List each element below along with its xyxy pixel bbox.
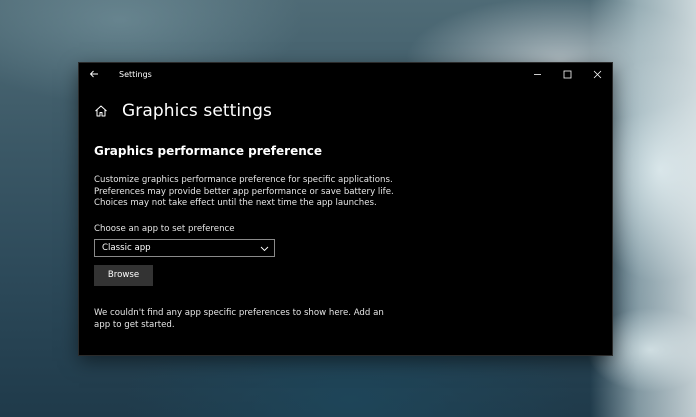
maximize-button[interactable] [552, 63, 582, 85]
minimize-icon [533, 73, 541, 75]
section-title: Graphics performance preference [94, 144, 323, 158]
page-title: Graphics settings [122, 101, 272, 121]
browse-button[interactable]: Browse [94, 264, 153, 286]
back-button[interactable] [79, 63, 109, 85]
title-bar[interactable]: Settings [79, 63, 612, 85]
app-type-dropdown[interactable]: Classic app [94, 238, 275, 257]
graphics-preference-section: Graphics performance preference Customiz… [94, 144, 394, 332]
close-icon [593, 70, 601, 78]
section-description: Customize graphics performance preferenc… [94, 175, 394, 208]
home-icon[interactable] [94, 104, 108, 118]
settings-window: Settings Graphics settings Graphics perf… [79, 63, 612, 355]
no-preferences-message: We couldn't find any app specific prefer… [94, 307, 384, 331]
minimize-button[interactable] [522, 63, 552, 85]
window-title: Settings [119, 69, 152, 79]
close-button[interactable] [582, 63, 612, 85]
desktop-wallpaper: Settings Graphics settings Graphics perf… [0, 0, 696, 417]
choose-app-label: Choose an app to set preference [94, 223, 235, 234]
caption-buttons [522, 63, 612, 85]
app-type-selected-value: Classic app [102, 242, 151, 253]
chevron-down-icon [260, 246, 269, 251]
back-arrow-icon [89, 70, 98, 78]
page-content: Graphics settings [94, 97, 592, 125]
maximize-icon [563, 70, 571, 78]
page-header: Graphics settings [94, 97, 592, 125]
